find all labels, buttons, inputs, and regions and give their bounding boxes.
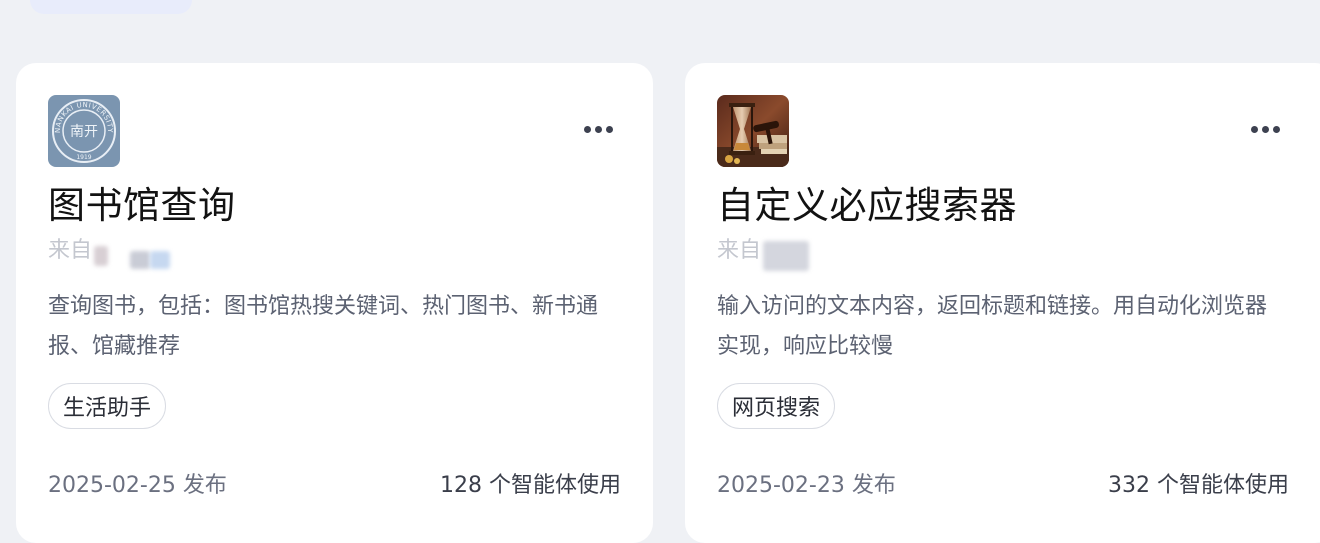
redacted-author [130, 251, 150, 269]
plugin-source: 来自 [717, 236, 761, 266]
nankai-seal-icon: NANKAI UNIVERSITY 南开 1919 [48, 95, 120, 167]
source-prefix: 来自 [48, 238, 93, 263]
more-options-button[interactable] [1251, 121, 1280, 137]
usage-count: 332 个智能体使用 [1108, 473, 1289, 498]
publish-date: 2025-02-25 发布 [48, 473, 227, 498]
category-tag[interactable]: 网页搜索 [717, 383, 836, 429]
hourglass-gavel-icon [717, 95, 789, 167]
plugin-avatar [717, 95, 789, 167]
more-dot-icon [584, 125, 591, 133]
plugin-description: 输入访问的文本内容，返回标题和链接。用自动化浏览器实现，响应比较慢 [717, 294, 1268, 359]
more-dot-icon [1251, 125, 1258, 133]
more-dot-icon [595, 125, 602, 133]
more-options-button[interactable] [584, 121, 613, 137]
seal-year-text: 1919 [76, 154, 91, 161]
plugin-title: 自定义必应搜索器 [717, 184, 1017, 227]
more-dot-icon [606, 125, 613, 133]
plugin-avatar: NANKAI UNIVERSITY 南开 1919 [48, 95, 120, 167]
seal-center-text: 南开 [70, 124, 98, 140]
plugin-description: 查询图书，包括：图书馆热搜关键词、热门图书、新书通报、馆藏推荐 [48, 294, 599, 359]
usage-count: 128 个智能体使用 [440, 473, 621, 498]
redacted-author [763, 241, 809, 271]
redacted-author [94, 246, 108, 266]
more-dot-icon [1262, 125, 1269, 133]
top-pill-tab[interactable] [30, 0, 192, 14]
more-dot-icon [1273, 125, 1280, 133]
plugin-card[interactable]: 自定义必应搜索器 来自 输入访问的文本内容，返回标题和链接。用自动化浏览器实现，… [685, 63, 1320, 543]
plugin-title: 图书馆查询 [48, 184, 236, 227]
source-prefix: 来自 [717, 238, 762, 263]
plugin-card[interactable]: NANKAI UNIVERSITY 南开 1919 图书馆查询 来自 查询图书，… [16, 63, 653, 543]
publish-date: 2025-02-23 发布 [717, 473, 896, 498]
plugin-source: 来自 [48, 236, 92, 266]
redacted-author [150, 251, 170, 269]
category-tag[interactable]: 生活助手 [48, 383, 167, 429]
